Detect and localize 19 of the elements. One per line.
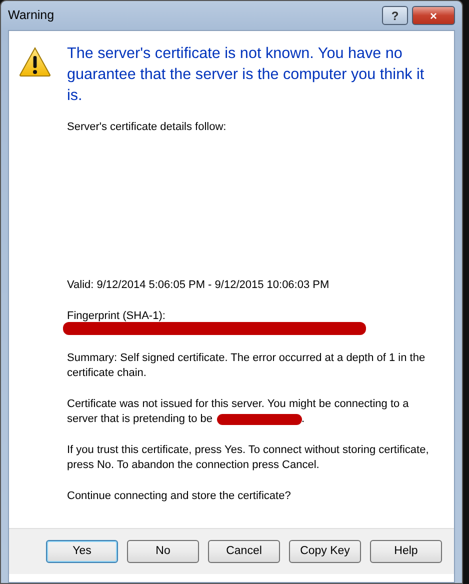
window-title: Warning [8, 7, 54, 24]
validity-text: Valid: 9/12/2014 5:06:05 PM - 9/12/2015 10:06:03 PM [67, 278, 330, 293]
dialog-button[interactable]: Copy Key [289, 540, 361, 563]
dialog-button[interactable]: Help [370, 540, 442, 563]
fingerprint-label: Fingerprint (SHA-1): [67, 309, 166, 324]
warning-icon [19, 47, 51, 77]
details-intro: Server's certificate details follow: [67, 120, 228, 135]
dialog-button[interactable]: Yes [46, 540, 118, 563]
mismatch-text: Certificate was not issued for this server. You might be connecting to a [67, 397, 410, 412]
question-text: Continue connecting and store the certificate? [67, 489, 292, 504]
period-text: . [302, 412, 305, 427]
mismatch-text: server that is pretending to be [67, 412, 213, 427]
close-button[interactable]: × [412, 6, 455, 25]
instructions-text: If you trust this certificate, press Yes. To connect without storing certificate, press No. To abandon the connection press Cancel. [67, 443, 430, 473]
dialog-button[interactable]: No [127, 540, 199, 563]
help-button[interactable]: ? [382, 6, 408, 25]
heading-text: The server's certificate is not known. You have no guarantee that the server is the computer you think it is. [67, 44, 426, 106]
dialog-button[interactable]: Cancel [208, 540, 280, 563]
summary-text: Summary: Self signed certificate. The error occurred at a depth of 1 in the certificate chain. [67, 351, 426, 381]
